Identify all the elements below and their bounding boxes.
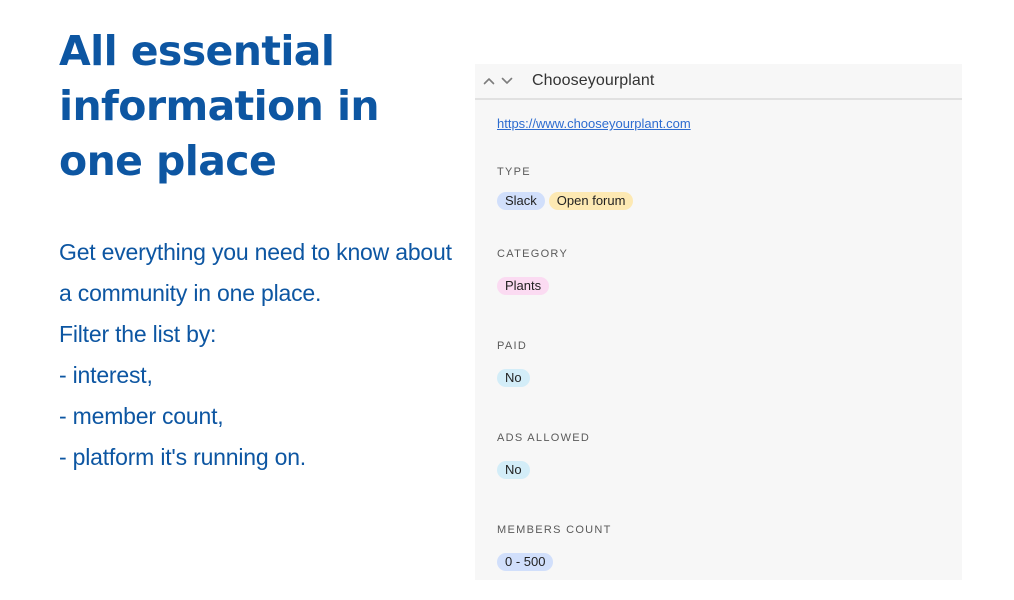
field-tags-members-count: 0 - 500	[497, 553, 554, 571]
field-label-type: TYPE	[497, 166, 531, 178]
hero-line: - interest,	[59, 362, 153, 388]
hero-description: Get everything you need to know about a …	[59, 232, 479, 478]
tag-members-range: 0 - 500	[497, 553, 554, 571]
page: All essential information in one place G…	[0, 0, 1014, 600]
field-label-ads-allowed: ADS ALLOWED	[497, 432, 591, 444]
field-tags-category: Plants	[497, 277, 550, 295]
chevron-down-icon[interactable]	[498, 72, 516, 90]
hero-title: All essential information in one place	[59, 27, 380, 185]
field-label-category: CATEGORY	[497, 248, 569, 260]
tag-ads-no: No	[497, 461, 530, 479]
hero-line: - platform it's running on.	[59, 444, 306, 470]
field-tags-ads-allowed: No	[497, 461, 530, 479]
record-title: Chooseyourplant	[532, 72, 655, 89]
field-tags-paid: No	[497, 369, 530, 387]
hero-line: Filter the list by:	[59, 321, 217, 347]
website-link[interactable]: https://www.chooseyourplant.com	[497, 116, 691, 131]
record-header: Chooseyourplant	[475, 64, 962, 100]
tag-slack: Slack	[497, 192, 545, 210]
tag-paid-no: No	[497, 369, 530, 387]
chevron-up-icon[interactable]	[480, 72, 498, 90]
tag-open-forum: Open forum	[548, 192, 634, 210]
hero-line: Get everything you need to know about	[59, 239, 452, 265]
record-card: Chooseyourplant https://www.chooseyourpl…	[475, 64, 962, 580]
field-label-members-count: MEMBERS COUNT	[497, 524, 612, 536]
hero-line: - member count,	[59, 403, 224, 429]
field-label-paid: PAID	[497, 340, 528, 352]
tag-plants: Plants	[497, 277, 550, 295]
field-tags-type: Slack Open forum	[497, 192, 634, 210]
hero-line: a community in one place.	[59, 280, 322, 306]
